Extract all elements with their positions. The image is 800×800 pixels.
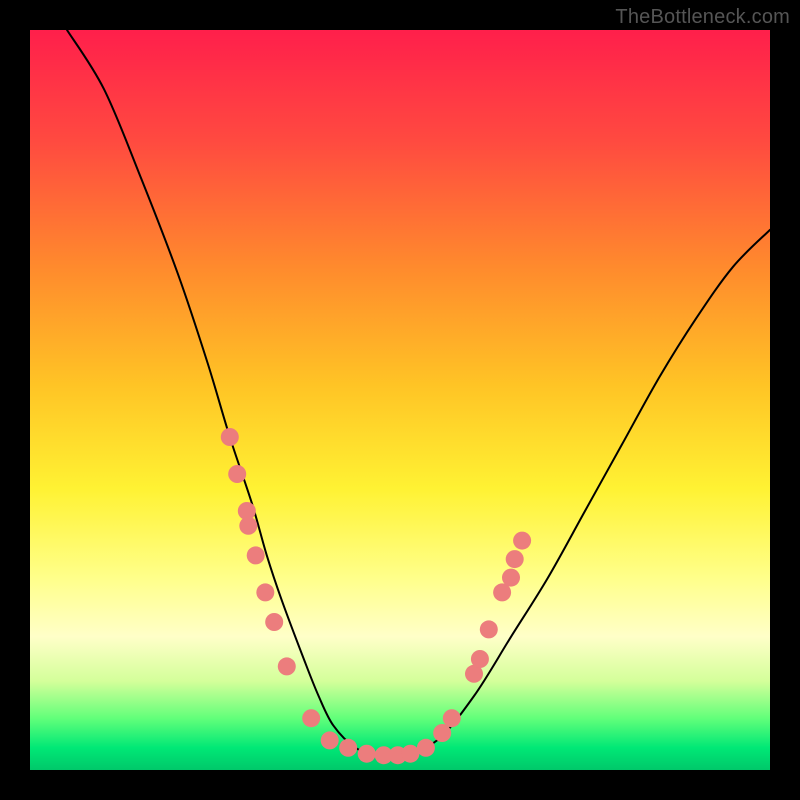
scatter-point: [443, 709, 461, 727]
scatter-point: [433, 724, 451, 742]
chart-svg: [30, 30, 770, 770]
bottleneck-curve: [67, 30, 770, 757]
scatter-point: [256, 583, 274, 601]
chart-frame: TheBottleneck.com: [0, 0, 800, 800]
scatter-point: [278, 657, 296, 675]
scatter-point: [221, 428, 239, 446]
scatter-point: [502, 569, 520, 587]
scatter-point: [471, 650, 489, 668]
scatter-point: [513, 532, 531, 550]
scatter-point: [228, 465, 246, 483]
scatter-point: [321, 731, 339, 749]
chart-plot-area: [30, 30, 770, 770]
scatter-point: [506, 550, 524, 568]
scatter-point: [401, 745, 419, 763]
scatter-point: [480, 620, 498, 638]
attribution-label: TheBottleneck.com: [615, 6, 790, 29]
scatter-point: [247, 546, 265, 564]
scatter-markers: [221, 428, 531, 764]
scatter-point: [417, 739, 435, 757]
scatter-point: [302, 709, 320, 727]
scatter-point: [339, 739, 357, 757]
scatter-point: [265, 613, 283, 631]
scatter-point: [239, 517, 257, 535]
scatter-point: [358, 745, 376, 763]
